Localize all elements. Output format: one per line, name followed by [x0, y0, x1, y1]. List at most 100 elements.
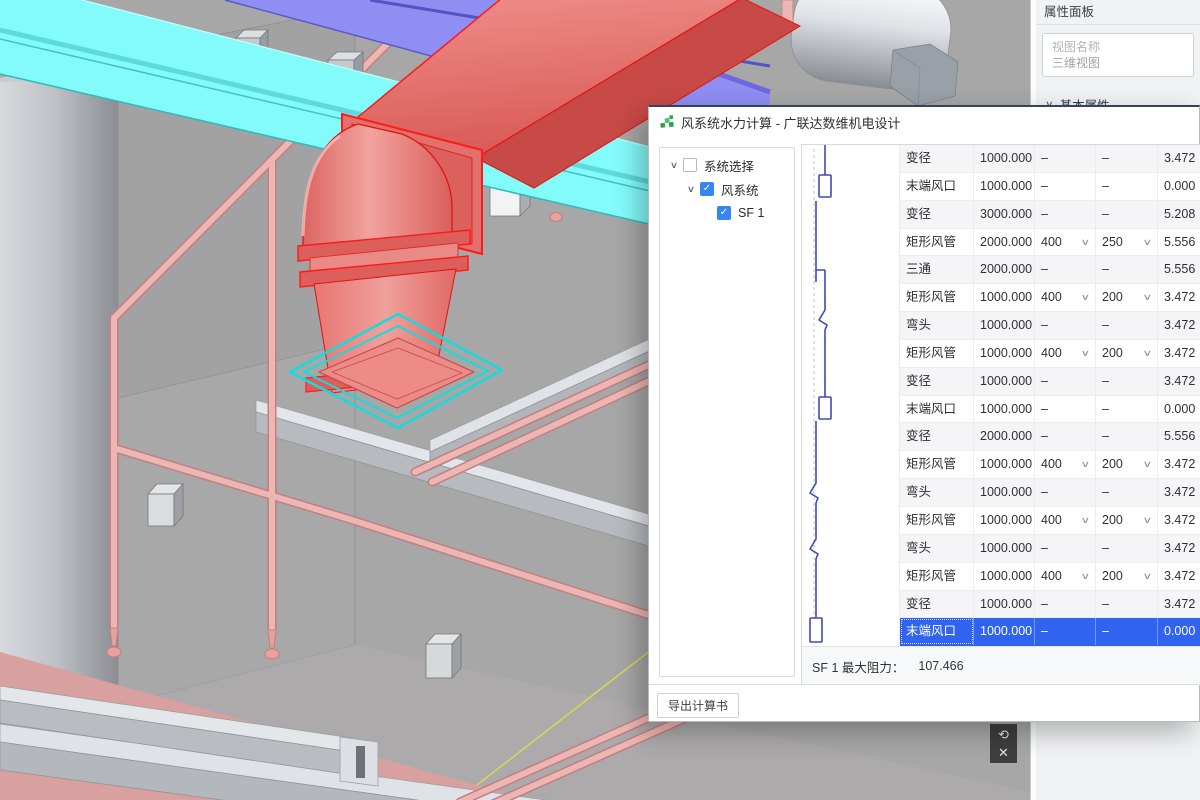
chevron-down-icon[interactable]: ∨: [667, 160, 682, 171]
height-cell: –: [1096, 591, 1158, 618]
table-row[interactable]: 矩形风管1000.000400∨200∨3.472: [900, 284, 1200, 312]
table-row[interactable]: 三通2000.000––5.556: [900, 256, 1200, 284]
table-row[interactable]: 末端风口1000.000––0.000: [900, 396, 1200, 424]
table-row[interactable]: 矩形风管2000.000400∨250∨5.556: [900, 229, 1200, 257]
chevron-down-icon[interactable]: ∨: [684, 184, 699, 195]
system-tree: ∨系统选择∨✓风系统✓SF 1: [659, 147, 795, 677]
table-row[interactable]: 变径1000.000––3.472: [900, 368, 1200, 396]
app-logo-icon: [660, 115, 674, 129]
chevron-down-icon[interactable]: ∨: [1143, 229, 1153, 256]
checkbox[interactable]: ✓: [717, 206, 731, 220]
properties-panel-title: 属性面板: [1036, 0, 1200, 25]
tree-item[interactable]: ∨✓ 风系统: [660, 177, 794, 201]
resistance-cell: 5.208: [1158, 201, 1200, 228]
width-cell: –: [1035, 479, 1096, 506]
tree-item-label: 风系统: [721, 180, 759, 199]
table-row[interactable]: 变径1000.000––3.472: [900, 145, 1200, 173]
dialog-titlebar[interactable]: 风系统水力计算 - 广联达数维机电设计: [649, 107, 1199, 137]
table-row[interactable]: 弯头1000.000––3.472: [900, 535, 1200, 563]
height-dropdown[interactable]: 200∨: [1096, 507, 1158, 534]
resistance-cell: 0.000: [1158, 396, 1200, 423]
table-row[interactable]: 矩形风管1000.000400∨200∨3.472: [900, 563, 1200, 591]
component-name-cell: 变径: [900, 591, 974, 618]
chevron-down-icon[interactable]: ∨: [1143, 284, 1153, 311]
checkbox[interactable]: [683, 158, 697, 172]
chevron-down-icon[interactable]: ∨: [1143, 507, 1153, 534]
component-name-cell: 弯头: [900, 535, 974, 562]
chevron-down-icon[interactable]: ∨: [1081, 340, 1091, 367]
table-row[interactable]: 弯头1000.000––3.472: [900, 479, 1200, 507]
resistance-cell: 3.472: [1158, 479, 1200, 506]
table-footer: SF 1 最大阻力： 107.466: [802, 646, 1200, 685]
width-dropdown[interactable]: 400∨: [1035, 563, 1096, 590]
flow-cell: 1000.000: [974, 618, 1035, 645]
height-dropdown[interactable]: 200∨: [1096, 340, 1158, 367]
width-cell: –: [1035, 145, 1096, 172]
component-name-cell: 变径: [900, 201, 974, 228]
height-dropdown[interactable]: 200∨: [1096, 284, 1158, 311]
component-name-cell: 弯头: [900, 479, 974, 506]
width-dropdown[interactable]: 400∨: [1035, 229, 1096, 256]
flow-cell: 2000.000: [974, 229, 1035, 256]
chevron-down-icon[interactable]: ∨: [1143, 563, 1153, 590]
width-dropdown[interactable]: 400∨: [1035, 507, 1096, 534]
calc-table: 变径1000.000––3.472末端风口1000.000––0.000变径30…: [900, 145, 1200, 646]
chevron-down-icon[interactable]: ∨: [1143, 340, 1153, 367]
flow-cell: 1000.000: [974, 340, 1035, 367]
resistance-cell: 3.472: [1158, 535, 1200, 562]
view-name-label: 视图名称: [1052, 39, 1184, 55]
chevron-down-icon[interactable]: ∨: [1081, 284, 1091, 311]
height-dropdown[interactable]: 200∨: [1096, 451, 1158, 478]
max-resistance-label: SF 1 最大阻力：: [812, 657, 904, 676]
view-name-field[interactable]: 视图名称 三维视图: [1042, 33, 1194, 77]
width-cell: –: [1035, 256, 1096, 283]
table-row[interactable]: 末端风口1000.000––0.000: [900, 618, 1200, 646]
table-row[interactable]: 变径2000.000––5.556: [900, 423, 1200, 451]
dialog-title: 风系统水力计算 - 广联达数维机电设计: [681, 113, 901, 132]
width-cell: –: [1035, 423, 1096, 450]
component-name-cell: 变径: [900, 145, 974, 172]
close-icon[interactable]: ✕: [998, 746, 1009, 759]
resistance-cell: 3.472: [1158, 368, 1200, 395]
resistance-cell: 5.556: [1158, 423, 1200, 450]
resistance-cell: 3.472: [1158, 451, 1200, 478]
height-dropdown[interactable]: 250∨: [1096, 229, 1158, 256]
component-name-cell: 变径: [900, 368, 974, 395]
tree-item[interactable]: ∨系统选择: [660, 153, 794, 177]
width-dropdown[interactable]: 400∨: [1035, 284, 1096, 311]
chevron-down-icon[interactable]: ∨: [1081, 451, 1091, 478]
width-dropdown[interactable]: 400∨: [1035, 451, 1096, 478]
view-mini-toolbar: ⟲ ✕: [990, 724, 1017, 763]
table-row[interactable]: 末端风口1000.000––0.000: [900, 173, 1200, 201]
resistance-cell: 3.472: [1158, 312, 1200, 339]
width-cell: –: [1035, 173, 1096, 200]
table-row[interactable]: 变径1000.000––3.472: [900, 591, 1200, 619]
table-row[interactable]: 矩形风管1000.000400∨200∨3.472: [900, 340, 1200, 368]
export-report-button[interactable]: 导出计算书: [657, 693, 739, 718]
checkbox[interactable]: ✓: [700, 182, 714, 196]
chevron-down-icon[interactable]: ∨: [1081, 563, 1091, 590]
flow-cell: 1000.000: [974, 451, 1035, 478]
height-dropdown[interactable]: 200∨: [1096, 563, 1158, 590]
component-name-cell: 矩形风管: [900, 507, 974, 534]
history-icon[interactable]: ⟲: [998, 728, 1009, 741]
table-row[interactable]: 矩形风管1000.000400∨200∨3.472: [900, 451, 1200, 479]
tree-item-label: SF 1: [738, 206, 764, 220]
tree-item[interactable]: ✓ SF 1: [660, 201, 794, 225]
chevron-down-icon[interactable]: ∨: [1081, 229, 1091, 256]
resistance-cell: 3.472: [1158, 591, 1200, 618]
hydraulic-calc-dialog: 风系统水力计算 - 广联达数维机电设计 ∨系统选择∨✓风系统✓SF 1 变径10…: [648, 105, 1200, 722]
table-row[interactable]: 弯头1000.000––3.472: [900, 312, 1200, 340]
component-name-cell: 矩形风管: [900, 340, 974, 367]
table-row[interactable]: 矩形风管1000.000400∨200∨3.472: [900, 507, 1200, 535]
height-cell: –: [1096, 423, 1158, 450]
flow-cell: 1000.000: [974, 563, 1035, 590]
table-row[interactable]: 变径3000.000––5.208: [900, 201, 1200, 229]
width-dropdown[interactable]: 400∨: [1035, 340, 1096, 367]
view-name-value: 三维视图: [1052, 55, 1184, 71]
flow-cell: 1000.000: [974, 535, 1035, 562]
resistance-cell: 3.472: [1158, 284, 1200, 311]
chevron-down-icon[interactable]: ∨: [1081, 507, 1091, 534]
chevron-down-icon[interactable]: ∨: [1143, 451, 1153, 478]
max-resistance-value: 107.466: [918, 659, 963, 673]
